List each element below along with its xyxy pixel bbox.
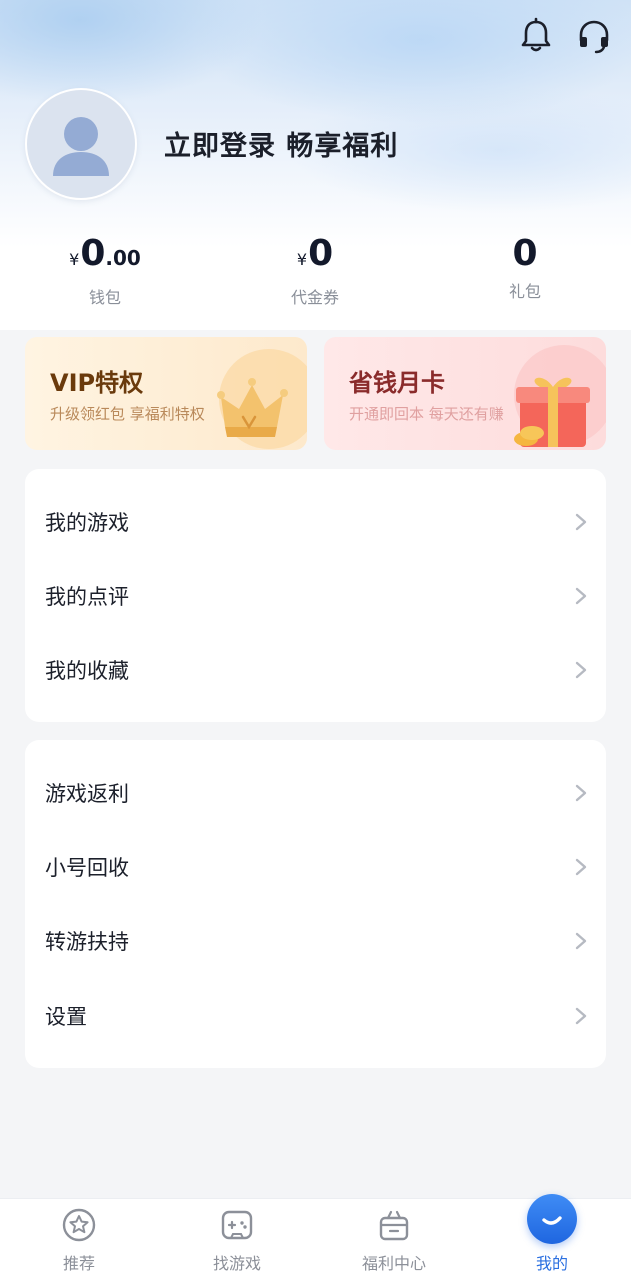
menu-item-my-games[interactable]: 我的游戏 [25, 492, 606, 552]
menu-item-label: 我的游戏 [45, 511, 129, 535]
tab-label: 福利中心 [361, 1254, 426, 1273]
wallet-value: 0 [80, 233, 106, 274]
tab-label: 推荐 [62, 1254, 95, 1273]
customer-service-headset-icon[interactable] [574, 16, 614, 56]
currency-symbol: ¥ [296, 250, 308, 269]
notification-bell-icon[interactable] [516, 16, 556, 56]
avatar[interactable] [25, 88, 137, 200]
menu-item-settings[interactable]: 设置 [25, 986, 606, 1046]
chevron-right-icon [575, 661, 587, 679]
star-icon [62, 1208, 96, 1242]
voucher-label: 代金券 [290, 288, 339, 307]
monthly-card[interactable]: 省钱月卡 开通即回本 每天还有赚 [324, 337, 606, 450]
tab-label: 我的 [535, 1254, 568, 1273]
menu-item-label: 游戏返利 [45, 782, 129, 806]
voucher-value: 0 [308, 233, 334, 274]
wallet-label: 钱包 [88, 288, 121, 307]
menu-item-label: 设置 [45, 1005, 87, 1029]
chevron-right-icon [575, 1007, 587, 1025]
default-user-icon [53, 117, 109, 176]
gamepad-icon [221, 1210, 253, 1240]
monthly-title: 省钱月卡 [349, 369, 445, 397]
menu-item-label: 我的点评 [45, 585, 129, 609]
wallet-stat[interactable]: ¥0.00 钱包 [25, 232, 185, 308]
chevron-right-icon [575, 932, 587, 950]
tab-mine[interactable]: 我的 [473, 1194, 631, 1281]
wallet-decimal: .00 [105, 246, 141, 270]
tab-welfare-center[interactable]: 福利中心 [315, 1199, 473, 1281]
tab-recommend[interactable]: 推荐 [0, 1199, 158, 1281]
voucher-stat[interactable]: ¥0 代金券 [235, 232, 395, 308]
menu-item-game-rebate[interactable]: 游戏返利 [25, 763, 606, 823]
menu-item-my-reviews[interactable]: 我的点评 [25, 566, 606, 626]
tab-find-games[interactable]: 找游戏 [158, 1199, 316, 1281]
chevron-right-icon [575, 858, 587, 876]
login-prompt[interactable]: 立即登录 畅享福利 [164, 124, 398, 163]
vip-privilege-card[interactable]: VIP特权 升级领红包 享福利特权 [25, 337, 307, 450]
gift-pack-value: 0 [512, 233, 538, 274]
menu-item-my-favorites[interactable]: 我的收藏 [25, 640, 606, 700]
gift-box-icon [514, 345, 606, 447]
gift-pack-stat[interactable]: 0 礼包 [445, 232, 605, 302]
vip-title: VIP特权 [50, 369, 144, 397]
chevron-right-icon [575, 784, 587, 802]
my-content-menu: 我的游戏 我的点评 我的收藏 [25, 469, 606, 722]
menu-item-label: 转游扶持 [45, 930, 129, 954]
gift-icon [379, 1210, 409, 1241]
menu-item-label: 我的收藏 [45, 659, 129, 683]
chevron-right-icon [575, 513, 587, 531]
chevron-right-icon [575, 587, 587, 605]
menu-item-label: 小号回收 [45, 856, 129, 880]
gift-pack-label: 礼包 [508, 282, 541, 301]
profile-icon [527, 1194, 577, 1244]
menu-item-account-recycle[interactable]: 小号回收 [25, 837, 606, 897]
services-menu: 游戏返利 小号回收 转游扶持 设置 [25, 740, 606, 1068]
vip-subtitle: 升级领红包 享福利特权 [50, 405, 205, 423]
monthly-subtitle: 开通即回本 每天还有赚 [349, 405, 504, 423]
crown-icon [217, 349, 307, 449]
bottom-tab-bar: 推荐 找游戏 福利中心 我的 [0, 1194, 631, 1281]
tab-label: 找游戏 [212, 1254, 261, 1273]
currency-symbol: ¥ [69, 250, 80, 269]
menu-item-transfer-support[interactable]: 转游扶持 [25, 911, 606, 971]
